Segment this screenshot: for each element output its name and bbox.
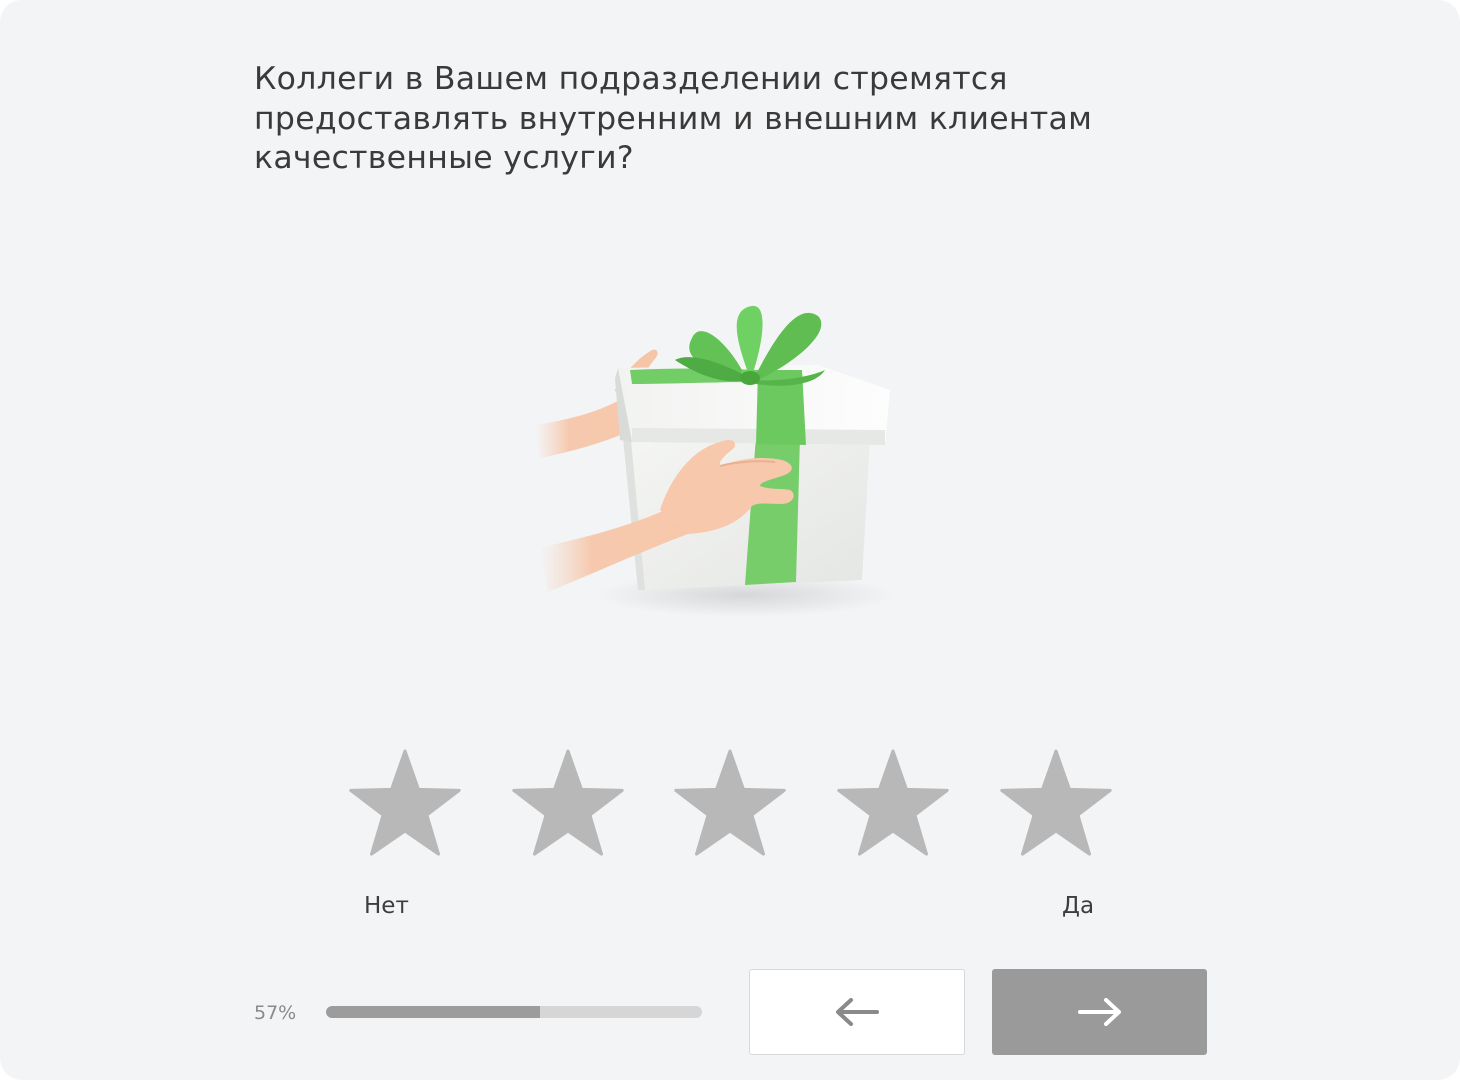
star-4-icon[interactable] bbox=[834, 748, 952, 862]
question-text: Коллеги в Вашем подразделении стремятся … bbox=[254, 61, 1093, 176]
gift-box-hands-icon bbox=[520, 290, 920, 630]
star-rating bbox=[346, 748, 1116, 862]
star-3-icon[interactable] bbox=[671, 748, 789, 862]
star-5-icon[interactable] bbox=[997, 748, 1115, 862]
star-2-icon[interactable] bbox=[509, 748, 627, 862]
progress-bar bbox=[326, 1006, 702, 1018]
arrow-left-icon bbox=[833, 997, 881, 1027]
next-button[interactable] bbox=[992, 969, 1207, 1055]
rating-high-label: Да bbox=[1062, 893, 1095, 919]
arrow-right-icon bbox=[1076, 997, 1124, 1027]
progress-percent: 57% bbox=[254, 1002, 297, 1024]
rating-low-label: Нет bbox=[364, 893, 409, 919]
star-1-icon[interactable] bbox=[346, 748, 464, 862]
progress-bar-fill bbox=[326, 1006, 541, 1018]
back-button[interactable] bbox=[749, 969, 965, 1055]
survey-card: Коллеги в Вашем подразделении стремятся … bbox=[0, 0, 1460, 1080]
